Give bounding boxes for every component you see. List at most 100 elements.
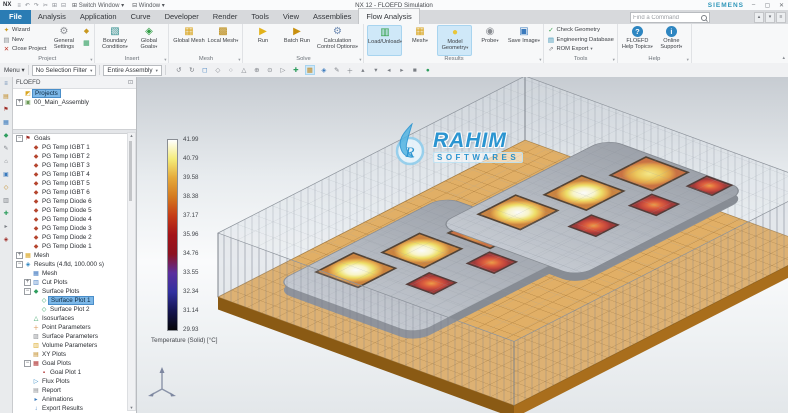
tree-item-mesh[interactable]: +▦Mesh xyxy=(14,251,128,260)
resource-bar-icon[interactable]: ▦ xyxy=(3,120,9,126)
tree-item-mesh[interactable]: ▦Mesh xyxy=(14,269,128,278)
tree-item-goals[interactable]: −⚑Goals xyxy=(14,134,128,143)
tab-analysis[interactable]: Analysis xyxy=(31,10,73,24)
ribbon-button-general-settings[interactable]: ⚙General Settings xyxy=(47,25,80,54)
tree-item-pg-temp-diode-4[interactable]: ◆PG Temp Diode 4 xyxy=(14,215,128,224)
toolbar-icon[interactable]: ↺ xyxy=(175,66,183,74)
toolbar-icon[interactable]: ▸ xyxy=(398,66,406,74)
resource-bar-icon[interactable]: ⌂ xyxy=(4,159,8,165)
tree-item-pg-temp-diode-5[interactable]: ◆PG Temp Diode 5 xyxy=(14,206,128,215)
tree-item-surface-plot-2[interactable]: ◇Surface Plot 2 xyxy=(14,305,128,314)
resource-bar-icon[interactable]: ✎ xyxy=(3,146,8,152)
tree-item-results-4-fld-100-000-s-[interactable]: −◈Results (4.fld, 100.000 s) xyxy=(14,260,128,269)
tree-expander-icon[interactable]: − xyxy=(16,135,23,142)
ribbon-button-global-mesh[interactable]: ▦Global Mesh xyxy=(172,25,205,54)
toolbar-icon[interactable]: ✚ xyxy=(292,66,300,74)
tree-item-pg-temp-igbt-1[interactable]: ◆PG Temp IGBT 1 xyxy=(14,143,128,152)
toolbar-icon[interactable]: ▾ xyxy=(372,66,380,74)
tree-item-point-parameters[interactable]: ＋Point Parameters xyxy=(14,323,128,332)
ribbon-button-engineering-database[interactable]: ▤Engineering Database xyxy=(547,36,613,45)
ribbon-button-mesh[interactable]: ▦Mesh▾ xyxy=(403,25,436,54)
search-prev-button[interactable]: ▴ xyxy=(754,12,764,23)
ribbon-button-new[interactable]: ▤New xyxy=(3,36,46,45)
tree-item-pg-temp-igbt-3[interactable]: ◆PG Temp IGBT 3 xyxy=(14,161,128,170)
window-menu[interactable]: ⊟ Window ▾ xyxy=(132,2,165,9)
resource-bar-icon[interactable]: ◆ xyxy=(4,133,9,139)
tree-item-pg-temp-igbt-2[interactable]: ◆PG Temp IGBT 2 xyxy=(14,152,128,161)
ribbon-button-load-unload[interactable]: ▥Load/Unload▾ xyxy=(367,25,402,56)
ribbon-button-boundary-condition[interactable]: ▧Boundary Condition▾ xyxy=(98,25,131,54)
tree-item-pg-temp-diode-6[interactable]: ◆PG Temp Diode 6 xyxy=(14,197,128,206)
minimize-button[interactable]: – xyxy=(749,2,758,8)
ribbon-button-wizard[interactable]: ✦Wizard xyxy=(3,26,46,35)
tree-item-surface-parameters[interactable]: ▨Surface Parameters xyxy=(14,332,128,341)
tree-item-xy-plots[interactable]: ▤XY Plots xyxy=(14,350,128,359)
find-command-input[interactable]: Find a Command xyxy=(630,12,710,23)
tree-expander-icon[interactable]: + xyxy=(24,279,31,286)
scroll-down-icon[interactable]: ▼ xyxy=(128,405,135,410)
resource-bar-icon[interactable]: ▸ xyxy=(4,224,7,230)
ribbon-button-close-project[interactable]: ✕Close Project xyxy=(3,45,46,54)
tab-application[interactable]: Application xyxy=(73,10,124,24)
tree-item-projects[interactable]: ◩Projects xyxy=(14,89,129,98)
tree-item-00-main-assembly[interactable]: +▣00_Main_Assembly xyxy=(14,98,129,107)
tab-render[interactable]: Render xyxy=(206,10,245,24)
resource-bar-icon[interactable]: ⚑ xyxy=(3,107,8,113)
tab-view[interactable]: View xyxy=(276,10,306,24)
menu-dropdown[interactable]: Menu ▾ xyxy=(4,67,25,74)
scrollbar-thumb[interactable] xyxy=(129,141,132,201)
tab-file[interactable]: File xyxy=(0,10,31,24)
resource-bar-icon[interactable]: ◇ xyxy=(4,185,9,191)
tree-item-flux-plots[interactable]: ▷Flux Plots xyxy=(14,377,128,386)
resource-bar-icon[interactable]: ▣ xyxy=(3,172,9,178)
tree-item-surface-plot-1[interactable]: ◇Surface Plot 1 xyxy=(14,296,128,305)
tree-scrollbar[interactable]: ▲ ▼ xyxy=(127,132,136,411)
tree-item-pg-temp-igbt-5[interactable]: ◆PG Temp IGBT 5 xyxy=(14,179,128,188)
pin-icon[interactable]: ⊡ xyxy=(128,79,133,86)
undo-icon[interactable]: ↶ xyxy=(25,3,30,9)
toolbar-icon[interactable]: ◇ xyxy=(214,66,222,74)
resource-bar-icon[interactable]: ◈ xyxy=(4,237,9,243)
menu-icon[interactable]: ≡ xyxy=(17,3,21,9)
toolbar-icon[interactable]: ▷ xyxy=(279,66,287,74)
tree-expander-icon[interactable]: − xyxy=(16,261,23,268)
ribbon-button-online-support[interactable]: iOnline Support▾ xyxy=(655,25,688,54)
tree-item-goal-plots[interactable]: −▦Goal Plots xyxy=(14,359,128,368)
window-cascade-icon[interactable]: ⊟ xyxy=(61,3,66,9)
ribbon-button-calculation-control-options[interactable]: ⚙Calculation Control Options▾ xyxy=(314,25,360,54)
tree-item-goal-plot-1[interactable]: ▪Goal Plot 1 xyxy=(14,368,128,377)
ribbon-mini-button[interactable]: ▦ xyxy=(81,39,91,49)
toolbar-icon[interactable]: ⊕ xyxy=(253,66,261,74)
tab-curve[interactable]: Curve xyxy=(124,10,158,24)
tree-expander-icon[interactable]: − xyxy=(24,288,31,295)
toolbar-icon[interactable]: ↻ xyxy=(188,66,196,74)
ribbon-button-probe[interactable]: ◉Probe▾ xyxy=(473,25,506,54)
tree-item-pg-temp-igbt-6[interactable]: ◆PG Temp IGBT 6 xyxy=(14,188,128,197)
tree-item-animations[interactable]: ▸Animations xyxy=(14,395,128,404)
search-next-button[interactable]: ▾ xyxy=(765,12,775,23)
toolbar-icon[interactable]: ■ xyxy=(411,67,419,74)
toolbar-icon[interactable]: ▦ xyxy=(305,65,315,75)
ribbon-button-save-image[interactable]: ▣Save Image▾ xyxy=(507,25,540,54)
search-options-button[interactable]: ≡ xyxy=(776,12,786,23)
tree-expander-icon[interactable]: + xyxy=(16,99,23,106)
tree-item-pg-temp-diode-1[interactable]: ◆PG Temp Diode 1 xyxy=(14,242,128,251)
ribbon-button-batch-run[interactable]: ▶Batch Run xyxy=(280,25,313,54)
tree-item-pg-temp-diode-2[interactable]: ◆PG Temp Diode 2 xyxy=(14,233,128,242)
tree-item-volume-parameters[interactable]: ▥Volume Parameters xyxy=(14,341,128,350)
redo-icon[interactable]: ↷ xyxy=(34,3,39,9)
maximize-button[interactable]: ▢ xyxy=(763,2,772,9)
tree-item-isosurfaces[interactable]: △Isosurfaces xyxy=(14,314,128,323)
close-button[interactable]: ✕ xyxy=(777,2,786,9)
selection-scope-dropdown[interactable]: Entire Assembly▾ xyxy=(103,65,161,76)
ribbon-button-floefd-help-topics[interactable]: ?FLOEFD Help Topics▾ xyxy=(621,25,654,54)
selection-filter-dropdown[interactable]: No Selection Filter▾ xyxy=(32,65,97,76)
toolbar-icon[interactable]: ＋ xyxy=(346,65,354,75)
toolbar-icon[interactable]: ⊙ xyxy=(266,66,274,74)
tab-developer[interactable]: Developer xyxy=(158,10,206,24)
tree-item-pg-temp-diode-3[interactable]: ◆PG Temp Diode 3 xyxy=(14,224,128,233)
cut-icon[interactable]: ✂ xyxy=(43,3,48,9)
ribbon-button-rom-export[interactable]: ⇗ROM Export▾ xyxy=(547,45,613,54)
toolbar-icon[interactable]: ● xyxy=(424,67,432,74)
tab-assemblies[interactable]: Assemblies xyxy=(306,10,358,24)
